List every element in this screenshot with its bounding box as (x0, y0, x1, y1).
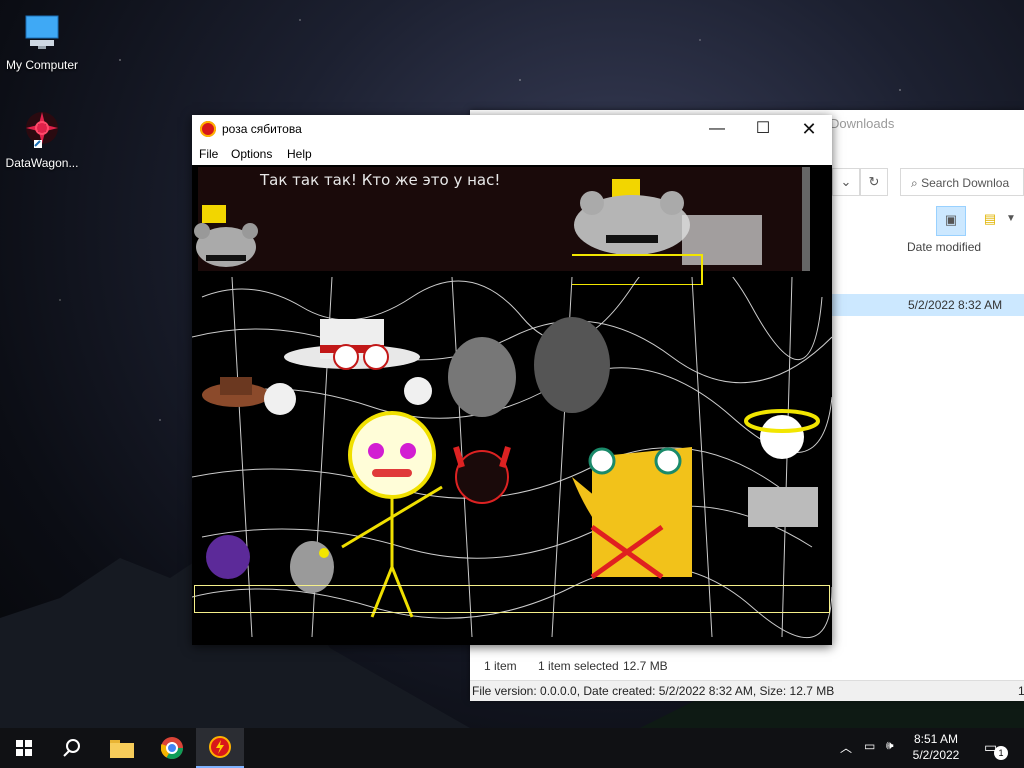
menu-bar: File Options Help (192, 143, 832, 165)
desktop-icon-label: My Computer (5, 58, 79, 72)
taskbar-chrome[interactable] (148, 728, 196, 768)
status-selected: 1 item selected (538, 659, 619, 673)
search-icon (63, 739, 80, 757)
system-tray: ︿ ▭ 🕪 (838, 728, 908, 768)
menu-options[interactable]: Options (231, 147, 272, 161)
search-placeholder: Search Downloa (921, 176, 1010, 190)
search-button[interactable] (48, 728, 96, 768)
status-size: 12.7 MB (623, 659, 668, 673)
chevron-up-icon[interactable]: ︿ (840, 739, 852, 756)
datawagon-shortcut-icon (26, 112, 58, 148)
minimize-button[interactable]: — (694, 115, 740, 143)
chrome-icon (161, 737, 183, 759)
desktop-icon-my-computer[interactable]: My Computer (0, 10, 84, 72)
close-button[interactable]: ✕ (786, 115, 832, 143)
start-button[interactable] (0, 728, 48, 768)
info-bar-right: 1 (1018, 684, 1024, 698)
game-canvas[interactable]: Так так так! Кто же это у нас! (192, 165, 832, 645)
maximize-button[interactable]: ☐ (740, 115, 786, 143)
explorer-status-bar: 1 item 1 item selected 12.7 MB (470, 654, 1024, 680)
column-header-date-modified[interactable]: Date modified (907, 240, 981, 254)
chevron-down-icon[interactable]: ⌄ (832, 168, 860, 196)
taskbar: ︿ ▭ 🕪 8:51 AM 5/2/2022 ▭ 1 (0, 728, 1024, 768)
status-item-count: 1 item (484, 659, 517, 673)
taskbar-game-app[interactable] (196, 728, 244, 768)
folder-icon (110, 740, 134, 758)
notification-badge: 1 (994, 746, 1008, 760)
computer-icon (25, 15, 59, 49)
dialog-text: Так так так! Кто же это у нас! (260, 171, 501, 189)
windows-icon (16, 740, 32, 756)
clock[interactable]: 8:51 AM 5/2/2022 (906, 731, 966, 763)
menu-help[interactable]: Help (287, 147, 312, 161)
desktop-icon-datawagon[interactable]: DataWagon... (0, 108, 84, 170)
preview-pane-icon[interactable]: ▣ (936, 206, 966, 236)
taskbar-file-explorer[interactable] (98, 728, 146, 768)
notification-center-button[interactable]: ▭ 1 (978, 728, 1018, 768)
explorer-title: Downloads (830, 116, 895, 131)
app-icon (200, 121, 216, 137)
row-date-modified: 5/2/2022 8:32 AM (908, 298, 1003, 312)
explorer-info-bar: File version: 0.0.0.0, Date created: 5/2… (470, 680, 1024, 701)
title-bar[interactable]: роза сябитова — ☐ ✕ (192, 115, 832, 143)
search-icon: ⌕ (911, 176, 922, 190)
clock-date: 5/2/2022 (912, 748, 960, 762)
window-title: роза сябитова (222, 122, 302, 136)
rat-king-portrait-right (572, 179, 762, 285)
search-input[interactable]: ⌕ Search Downloa (900, 168, 1024, 196)
network-icon[interactable]: ▭ (864, 739, 875, 753)
refresh-icon[interactable]: ↻ (860, 168, 888, 196)
menu-file[interactable]: File (199, 147, 218, 161)
table-row[interactable]: 5/2/2022 8:32 AM (832, 294, 1024, 316)
view-dropdown-icon[interactable]: ▼ (1004, 206, 1018, 234)
info-bar-text: File version: 0.0.0.0, Date created: 5/2… (472, 684, 835, 698)
rat-king-portrait-left (194, 205, 258, 267)
details-view-icon[interactable]: ▤ (976, 206, 1004, 234)
desktop-icon-label: DataWagon... (5, 156, 79, 170)
game-window[interactable]: роза сябитова — ☐ ✕ File Options Help Та… (192, 115, 832, 645)
command-bar (194, 585, 830, 613)
clock-time: 8:51 AM (913, 732, 959, 746)
app-icon (209, 736, 231, 758)
volume-icon[interactable]: 🕪 (886, 738, 894, 753)
